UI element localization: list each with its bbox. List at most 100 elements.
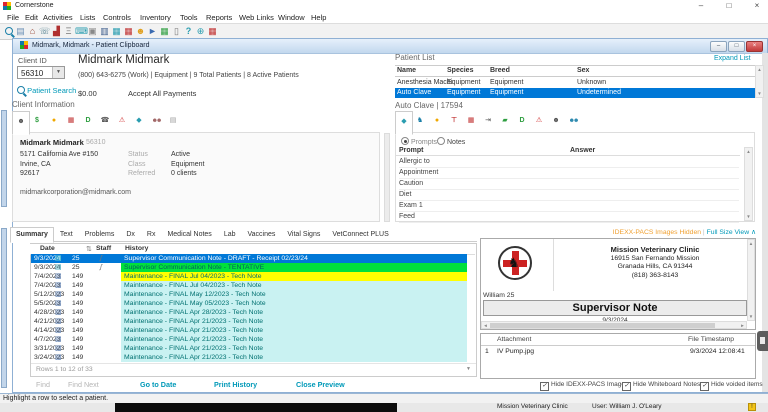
clipboard-minimize-button[interactable]: –	[710, 41, 727, 52]
menu-inventory[interactable]: Inventory	[140, 13, 171, 22]
close-preview-link[interactable]: Close Preview	[296, 380, 345, 389]
column-name[interactable]: Name	[397, 67, 416, 74]
app-maximize-button[interactable]: □	[718, 0, 740, 12]
hide-pacs-checkbox[interactable]: ✓Hide IDEXX-PACS Images	[540, 381, 628, 390]
scroll-thumb[interactable]	[490, 323, 715, 328]
client-id-combobox[interactable]: 56310 ▼	[17, 66, 65, 79]
scroll-left-icon[interactable]: ◄	[483, 323, 488, 328]
menu-reports[interactable]: Reports	[206, 13, 232, 22]
sort-icon[interactable]: ⇅	[86, 245, 92, 253]
history-row[interactable]: 5/5/2023▧149Maintenance - FINAL May 05/2…	[31, 299, 467, 308]
scale-icon[interactable]: Ξ	[63, 25, 74, 37]
menu-file[interactable]: File	[7, 13, 19, 22]
patient-record-icon[interactable]: ▤	[15, 25, 26, 37]
scroll-up-icon[interactable]: ▲	[745, 149, 752, 154]
column-breed[interactable]: Breed	[490, 67, 510, 74]
hide-voided-checkbox[interactable]: ✓Hide voided items	[700, 381, 763, 390]
scroll-down-icon[interactable]: ▼	[466, 366, 471, 372]
menu-activities[interactable]: Activities	[43, 13, 73, 22]
scroll-up-icon[interactable]: ▲	[748, 241, 754, 246]
hospital-icon[interactable]: ⌂	[27, 25, 38, 37]
tab-prescriptions[interactable]: D	[80, 111, 96, 131]
chevron-down-icon[interactable]: ▼	[52, 67, 64, 78]
tab-dx[interactable]: Dx	[120, 227, 141, 243]
preview-hscrollbar[interactable]: ◄ ►	[481, 321, 747, 329]
schedule-icon[interactable]: ▦	[463, 111, 479, 131]
prompt-column[interactable]: Prompt	[399, 147, 424, 154]
full-size-view-link[interactable]: Full Size View	[707, 229, 750, 236]
calendar-icon[interactable]: ▦	[111, 25, 122, 37]
warning-icon[interactable]: ⚠	[114, 111, 130, 131]
document-icon[interactable]: ▤	[165, 111, 181, 131]
menu-web-links[interactable]: Web Links	[239, 13, 274, 22]
notes-radio[interactable]: Notes	[437, 136, 465, 146]
history-row[interactable]: 4/14/2023▧149Maintenance - FINAL Apr 21/…	[31, 326, 467, 335]
tab-client[interactable]: ☻	[12, 111, 30, 135]
print-history-link[interactable]: Print History	[214, 380, 257, 389]
exit-icon[interactable]: ▦	[207, 25, 218, 37]
people-icon[interactable]: ☻☻	[148, 111, 164, 131]
refills-icon[interactable]: D	[514, 111, 530, 131]
menu-edit[interactable]: Edit	[25, 13, 38, 22]
patient-search-link[interactable]: Patient Search	[17, 85, 76, 95]
warning-icon[interactable]: ⚠	[531, 111, 547, 131]
person-icon[interactable]: ☻	[548, 111, 564, 131]
patient-list-scrollbar[interactable]: ▲ ▼	[755, 65, 764, 98]
tab-text[interactable]: Text	[54, 227, 79, 243]
tab-summary[interactable]: Summary	[10, 227, 54, 243]
scroll-down-icon[interactable]: ▼	[745, 214, 752, 219]
phone-icon[interactable]: ☎	[97, 111, 113, 131]
web-icon[interactable]: ⊕	[195, 25, 206, 37]
history-row[interactable]: 7/4/2023▧149Maintenance - FINAL Jul 04/2…	[31, 281, 467, 290]
menu-tools[interactable]: Tools	[180, 13, 198, 22]
scroll-down-icon[interactable]: ▼	[748, 314, 754, 319]
go-to-date-link[interactable]: Go to Date	[140, 380, 176, 389]
column-history[interactable]: History	[125, 245, 148, 252]
find-link[interactable]: Find	[36, 380, 50, 389]
scroll-right-icon[interactable]: ►	[740, 323, 745, 328]
column-sex[interactable]: Sex	[577, 67, 589, 74]
prompts-radio[interactable]: Prompts	[401, 136, 437, 146]
patient-row-selected[interactable]: Auto Clave Equipment Equipment Undetermi…	[395, 88, 755, 98]
people-icon[interactable]: ☻☻	[565, 111, 581, 131]
chart-icon[interactable]: ▟	[51, 25, 62, 37]
history-row[interactable]: 4/28/2023▧149Maintenance - FINAL Apr 28/…	[31, 308, 467, 317]
menu-controls[interactable]: Controls	[103, 13, 131, 22]
tab-problems[interactable]: Problems	[79, 227, 121, 243]
patient-row[interactable]: Anesthesia Machi Equipment Equipment Unk…	[395, 78, 755, 88]
export-icon[interactable]: ►	[147, 25, 158, 37]
answer-column[interactable]: Answer	[570, 147, 595, 154]
column-species[interactable]: Species	[447, 67, 473, 74]
search-icon[interactable]	[3, 25, 14, 37]
column-date[interactable]: Date	[40, 245, 55, 252]
history-row[interactable]: 9/3/2024▤25ʃSupervisor Communication Not…	[31, 263, 467, 272]
history-row[interactable]: 4/7/2023▧149Maintenance - FINAL Apr 21/2…	[31, 335, 467, 344]
expand-list-link[interactable]: Expand List	[714, 55, 751, 62]
tab-medical-notes[interactable]: Medical Notes	[161, 227, 217, 243]
tab-lab[interactable]: Lab	[218, 227, 242, 243]
client-info-scrollbar[interactable]	[384, 133, 390, 222]
medical-book-icon[interactable]: ▥	[99, 25, 110, 37]
scroll-up-icon[interactable]: ▲	[756, 67, 763, 72]
help-icon[interactable]: ?	[183, 25, 194, 37]
tab-vital-signs[interactable]: Vital Signs	[281, 227, 326, 243]
animal-icon[interactable]: ♞	[412, 111, 428, 131]
history-row[interactable]: 7/4/2023▧149Maintenance - FINAL Jul 04/2…	[31, 272, 467, 281]
prompt-row[interactable]: Feed	[399, 211, 739, 223]
menu-window[interactable]: Window	[278, 13, 305, 22]
history-row[interactable]: 3/31/2023▧149Maintenance - FINAL Apr 21/…	[31, 344, 467, 353]
app-minimize-button[interactable]: –	[690, 0, 712, 12]
records-icon[interactable]: ▰	[497, 111, 513, 131]
instrument-icon[interactable]: ⊤	[446, 111, 462, 131]
collapse-icon[interactable]: ∧	[751, 229, 756, 236]
side-panel-handle[interactable]	[757, 331, 768, 351]
column-staff[interactable]: Staff	[96, 245, 111, 252]
history-row[interactable]: 5/12/2023▧149Maintenance - FINAL May 12/…	[31, 290, 467, 299]
clipboard-maximize-button[interactable]: □	[728, 41, 745, 52]
tab-vaccines[interactable]: Vaccines	[242, 227, 282, 243]
menu-lists[interactable]: Lists	[80, 13, 95, 22]
hide-whiteboard-checkbox[interactable]: ✓Hide Whiteboard Notes	[622, 381, 700, 390]
bell-icon[interactable]: ●	[429, 111, 445, 131]
whiteboard-icon[interactable]: ▦	[159, 25, 170, 37]
preview-vscrollbar[interactable]: ▲ ▼	[747, 239, 755, 321]
